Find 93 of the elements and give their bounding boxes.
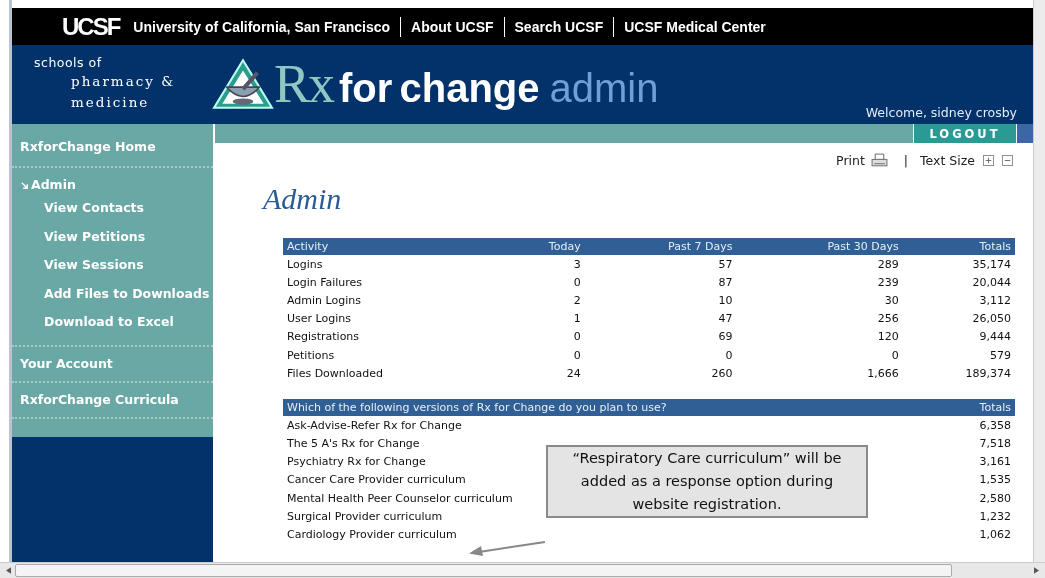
table-cell: 3 <box>501 255 585 274</box>
schools-text: schools of <box>34 55 103 71</box>
table-cell-text: 120 <box>876 329 900 346</box>
table-cell: 57 <box>584 255 737 274</box>
welcome-text: Welcome, sidney crosby <box>865 105 1017 120</box>
table-cell: Logins <box>283 255 502 274</box>
sidebar-item[interactable]: Your Account <box>12 354 213 373</box>
table-cell-text: 0 <box>724 347 734 364</box>
table-cell: 1,232 <box>979 509 1011 523</box>
print-link[interactable]: Print <box>836 153 865 168</box>
table-cell-text: Petitions <box>286 347 336 364</box>
table-cell-text: 24 <box>565 365 582 382</box>
separator-text: | <box>903 153 909 168</box>
table-cell-text: 30 <box>883 292 900 309</box>
table-cell-text: User Logins <box>286 311 352 328</box>
column-header: Today <box>501 238 585 255</box>
callout-box: “Respiratory Care curriculum” will be added as a response option during website registration. <box>546 445 868 518</box>
column-header: Which of the following versions of Rx for Change do you plan to use? <box>283 399 948 417</box>
sidebar-subitem[interactable]: View Petitions <box>12 222 213 251</box>
table-cell-text: 0 <box>572 347 582 364</box>
table-cell-text: 0 <box>572 274 582 291</box>
table-cell-text: 0 <box>572 329 582 346</box>
table-cell-text: Registrations <box>286 329 361 346</box>
table-cell-text: 579 <box>989 347 1012 364</box>
column-header: Past 7 Days <box>584 238 737 255</box>
top-link[interactable]: Search UCSF <box>514 18 604 35</box>
table-cell: 6,358 <box>979 418 1011 432</box>
brand-rx: Rx <box>274 53 334 115</box>
column-header: Totals <box>947 399 1015 417</box>
table-cell-text: 189,374 <box>964 365 1012 382</box>
table-cell-text: 26,050 <box>971 311 1012 328</box>
sidebar-item[interactable]: RxforChange Curricula <box>12 390 213 409</box>
expanded-arrow-icon <box>20 180 29 190</box>
table-cell: 3,161 <box>979 455 1011 469</box>
table-cell: 35,174 <box>902 255 1015 274</box>
table-cell-text: 3,112 <box>978 292 1012 309</box>
table-cell-text: 239 <box>876 274 900 291</box>
table-cell-text: 9,444 <box>978 329 1012 346</box>
mortar-pestle-icon <box>212 57 274 111</box>
vertical-scrollbar[interactable] <box>1033 0 1045 562</box>
table-cell-text: 1 <box>572 311 582 328</box>
page-title: Admin <box>263 182 343 216</box>
table-cell: Psychiatry Rx for Change <box>287 455 426 469</box>
schools-text: pharmacy & <box>70 72 177 91</box>
brand-admin: admin <box>549 66 659 111</box>
column-header: Past 30 Days <box>736 238 903 255</box>
sidebar-subitem[interactable]: Download to Excel <box>12 308 213 337</box>
column-header: Activity <box>283 238 502 255</box>
nav-strip-end <box>1017 124 1033 143</box>
table-cell-text: 2 <box>572 292 582 309</box>
sidebar-item[interactable]: Admin <box>12 176 213 194</box>
top-link[interactable]: UCSF Medical Center <box>624 18 766 35</box>
table-cell: Mental Health Peer Counselor curriculum <box>287 491 513 505</box>
horizontal-scrollbar[interactable] <box>0 562 1045 578</box>
scroll-left-icon[interactable] <box>6 567 11 574</box>
minus-icon[interactable] <box>1002 155 1013 166</box>
table-cell-text: 0 <box>890 347 900 364</box>
table-cell-text: 20,044 <box>971 274 1012 291</box>
table-cell: Cardiology Provider curriculum <box>287 528 457 542</box>
column-header: Totals <box>902 238 1015 255</box>
table-cell-text: 69 <box>717 329 734 346</box>
table-cell-text: Admin Logins <box>286 292 362 309</box>
table-cell-text: 47 <box>717 311 734 328</box>
table-cell-text: Files Downloaded <box>286 365 385 382</box>
scroll-right-icon[interactable] <box>1034 567 1039 574</box>
brand-for-change: for change <box>339 66 540 111</box>
table-cell-text: 1,666 <box>866 365 900 382</box>
text-size-label: Text Size <box>920 153 975 168</box>
table-cell: The 5 A's Rx for Change <box>287 437 420 451</box>
table-cell: 2,580 <box>979 491 1011 505</box>
table-cell-text: Login Failures <box>286 274 364 291</box>
table-cell: 289 <box>736 255 903 274</box>
table-cell-text: 87 <box>717 274 734 291</box>
top-link[interactable]: University of California, San Francisco <box>133 18 391 35</box>
schools-text: medicine <box>70 93 151 112</box>
printer-icon[interactable] <box>870 153 888 168</box>
table-cell: 7,518 <box>979 437 1011 451</box>
table-cell: Cancer Care Provider curriculum <box>287 473 466 487</box>
table-cell: Surgical Provider curriculum <box>287 509 443 523</box>
sidebar-item[interactable]: RxforChange Home <box>12 138 213 156</box>
sidebar-subitem[interactable]: View Contacts <box>12 194 213 223</box>
table-cell-text: 256 <box>876 311 900 328</box>
logout-button[interactable]: LOGOUT <box>913 124 1017 143</box>
table-cell-text: 260 <box>710 365 734 382</box>
table-cell: 1,062 <box>979 528 1011 542</box>
ucsf-logo[interactable]: UCSF <box>62 12 120 41</box>
plus-icon[interactable] <box>983 155 994 166</box>
table-cell: 1,535 <box>979 473 1011 487</box>
table-cell-text: 10 <box>717 292 734 309</box>
top-link[interactable]: About UCSF <box>411 18 494 35</box>
sidebar-subitem[interactable]: Add Files to Downloads <box>12 279 213 308</box>
sidebar-subitem[interactable]: View Sessions <box>12 251 213 280</box>
table-cell: Ask-Advise-Refer Rx for Change <box>287 418 462 432</box>
